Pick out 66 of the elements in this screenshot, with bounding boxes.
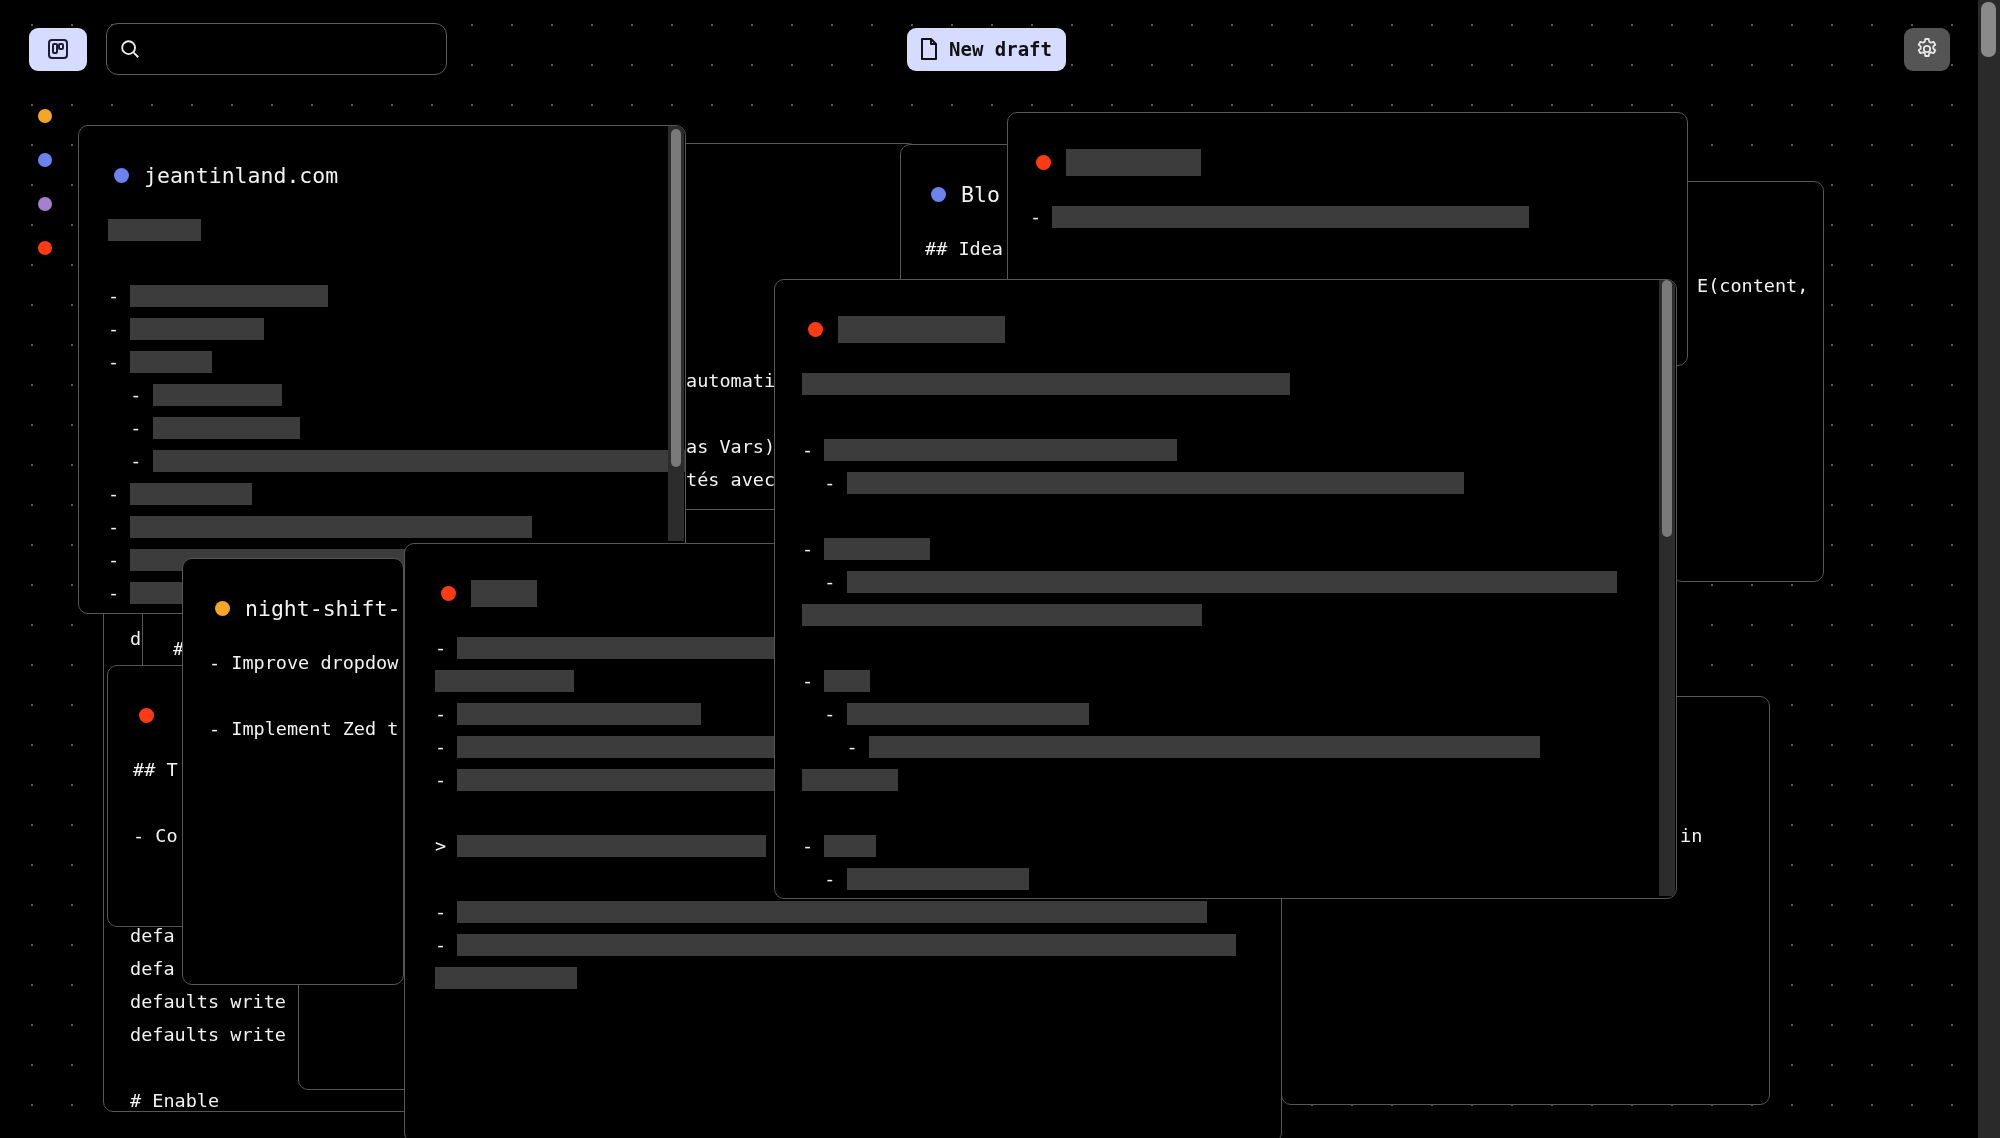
color-filter-dot[interactable] [38, 197, 52, 211]
note-line: defaults write [130, 990, 286, 1014]
note-line: as Vars) [686, 435, 776, 459]
list-marker: - [823, 571, 837, 592]
search-icon [119, 38, 141, 60]
scrollbar[interactable] [668, 126, 684, 541]
list-marker: - [802, 439, 815, 460]
list-marker: - [435, 934, 448, 955]
redaction-bar [824, 669, 871, 692]
list-marker: - [435, 637, 448, 658]
settings-button[interactable] [1904, 27, 1950, 71]
note-line: E(content, [1697, 274, 1809, 298]
list-marker: - [435, 901, 448, 922]
list-marker: - [108, 285, 121, 306]
list-marker: - [802, 670, 815, 691]
redaction-bar [824, 834, 877, 857]
list-marker: - [802, 835, 815, 856]
note-title: night-shift- [245, 596, 401, 621]
note-line: - Improve dropdow [209, 651, 399, 675]
scrollbar[interactable] [1978, 0, 2000, 1138]
note-line: in [1680, 824, 1703, 848]
list-marker: - [108, 582, 121, 603]
board-icon [46, 37, 70, 61]
redaction-bar [471, 580, 537, 607]
color-filter-dot[interactable] [38, 153, 52, 167]
note-line: defaults write [130, 1023, 286, 1047]
list-marker: > [435, 835, 448, 856]
note-title: Blo [961, 182, 1000, 207]
list-marker: - [1030, 206, 1043, 227]
list-marker: - [129, 450, 143, 471]
list-marker: - [823, 703, 837, 724]
note-line: d [130, 627, 142, 651]
search-field[interactable] [106, 23, 447, 75]
list-marker: - [108, 483, 121, 504]
color-filter-dot[interactable] [38, 241, 52, 255]
note-line: defa [130, 924, 175, 948]
list-marker: - [108, 516, 121, 537]
document-icon [919, 37, 939, 61]
note-line: tés avec [686, 468, 776, 492]
scrollbar-thumb[interactable] [1662, 280, 1672, 537]
list-marker: - [845, 736, 859, 757]
list-marker: - [129, 384, 143, 405]
list-marker: - [823, 868, 837, 889]
list-marker: - [129, 417, 143, 438]
list-marker: - [823, 472, 837, 493]
list-marker: - [435, 703, 448, 724]
list-marker: - [108, 318, 121, 339]
list-marker: - [802, 538, 815, 559]
board-button[interactable] [29, 27, 87, 71]
note-line: ## Idea [925, 237, 1003, 261]
note-line: # Enable [130, 1089, 220, 1111]
note-line: automati [686, 369, 776, 393]
color-filter-dot[interactable] [38, 109, 52, 123]
note-title: jeantinland.com [144, 163, 339, 188]
scrollbar-thumb[interactable] [671, 129, 681, 467]
list-marker: - [435, 736, 448, 757]
note-line: - Implement Zed t [209, 717, 399, 741]
note-line: - Co [133, 824, 178, 848]
list-marker: - [108, 351, 121, 372]
note-line: defa [130, 957, 175, 981]
scrollbar[interactable] [1659, 280, 1675, 896]
new-draft-button[interactable]: New draft [907, 27, 1066, 71]
scrollbar-thumb[interactable] [1981, 2, 1996, 57]
list-marker: - [435, 769, 448, 790]
note-line: ## T [133, 758, 178, 782]
list-marker: - [108, 549, 121, 570]
